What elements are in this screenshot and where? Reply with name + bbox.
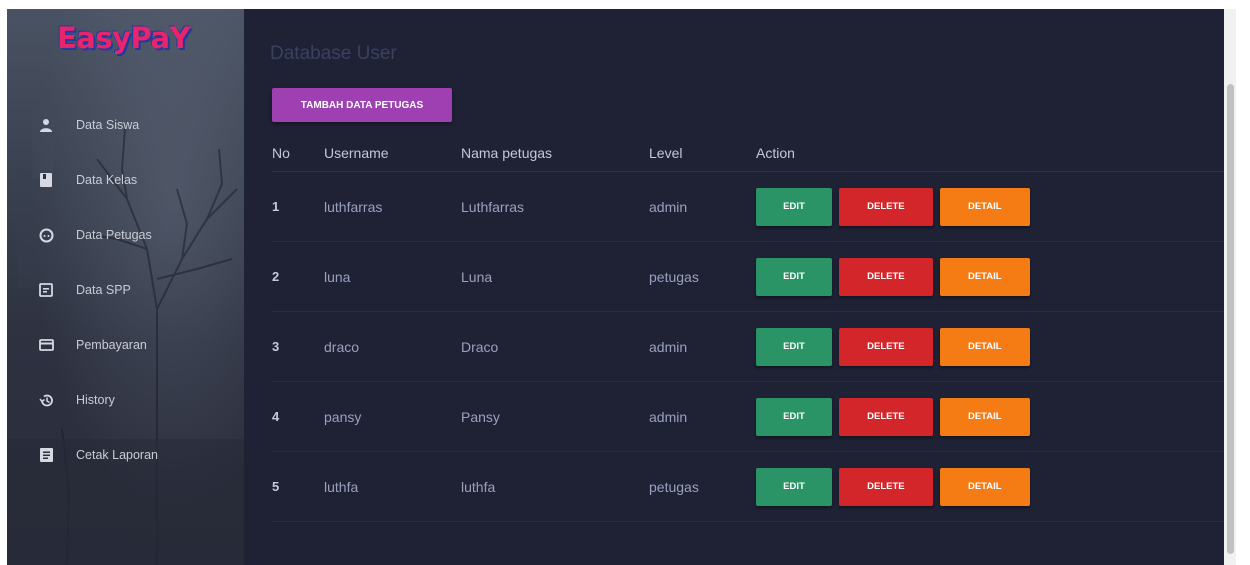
column-header-no: No xyxy=(272,135,324,172)
cell-nama: Luthfarras xyxy=(461,171,649,242)
sidebar-item-data-spp[interactable]: Data SPP xyxy=(7,272,244,308)
sidebar-item-label: Data Kelas xyxy=(76,173,138,187)
cell-level: petugas xyxy=(649,451,756,522)
report-icon xyxy=(37,446,55,464)
edit-button[interactable]: EDIT xyxy=(756,187,832,226)
delete-button[interactable]: DELETE xyxy=(838,467,933,506)
cell-level: admin xyxy=(649,171,756,242)
cell-no: 2 xyxy=(272,241,324,312)
receipt-icon xyxy=(37,281,55,299)
page-title: Database User xyxy=(270,43,397,64)
delete-button[interactable]: DELETE xyxy=(838,397,933,436)
edit-button[interactable]: EDIT xyxy=(756,257,832,296)
sidebar-item-data-siswa[interactable]: Data Siswa xyxy=(7,107,244,143)
app-logo[interactable]: EasyPaY xyxy=(57,21,191,55)
sidebar-item-label: Data Siswa xyxy=(76,118,140,132)
sidebar-item-data-kelas[interactable]: Data Kelas xyxy=(7,162,244,198)
table-row: 4 pansy Pansy admin EDIT DELETE DETAIL xyxy=(272,381,1227,452)
cell-actions: EDIT DELETE DETAIL xyxy=(756,311,1227,382)
users-table: No Username Nama petugas Level Action 1 … xyxy=(272,135,1227,522)
sidebar-item-label: Data SPP xyxy=(76,283,131,297)
delete-button[interactable]: DELETE xyxy=(838,327,933,366)
column-header-action: Action xyxy=(756,135,1227,172)
cell-username: luna xyxy=(324,241,461,312)
sidebar-item-cetak-laporan[interactable]: Cetak Laporan xyxy=(7,437,244,473)
cell-no: 4 xyxy=(272,381,324,452)
sidebar-item-data-petugas[interactable]: Data Petugas xyxy=(7,217,244,253)
column-header-username: Username xyxy=(324,135,461,172)
cell-username: draco xyxy=(324,311,461,382)
book-icon xyxy=(37,171,55,189)
cell-actions: EDIT DELETE DETAIL xyxy=(756,381,1227,452)
cell-level: admin xyxy=(649,311,756,382)
sidebar-item-label: Data Petugas xyxy=(76,228,152,242)
sidebar-item-label: Cetak Laporan xyxy=(76,448,159,462)
cell-username: pansy xyxy=(324,381,461,452)
delete-button[interactable]: DELETE xyxy=(838,257,933,296)
detail-button[interactable]: DETAIL xyxy=(939,187,1030,226)
cell-actions: EDIT DELETE DETAIL xyxy=(756,171,1227,242)
column-header-nama-petugas: Nama petugas xyxy=(461,135,649,172)
cell-level: petugas xyxy=(649,241,756,312)
credit-card-icon xyxy=(37,336,55,354)
cell-actions: EDIT DELETE DETAIL xyxy=(756,451,1227,522)
app-window: EasyPaY Data Siswa Data Kelas Data Petug… xyxy=(7,9,1236,565)
cell-no: 5 xyxy=(272,451,324,522)
cell-actions: EDIT DELETE DETAIL xyxy=(756,241,1227,312)
cell-nama: Luna xyxy=(461,241,649,312)
table-row: 3 draco Draco admin EDIT DELETE DETAIL xyxy=(272,311,1227,382)
cell-nama: Pansy xyxy=(461,381,649,452)
scrollbar-thumb[interactable] xyxy=(1227,84,1234,554)
vertical-scrollbar[interactable] xyxy=(1224,9,1236,565)
person-icon xyxy=(37,116,55,134)
edit-button[interactable]: EDIT xyxy=(756,467,832,506)
cell-username: luthfa xyxy=(324,451,461,522)
cell-no: 1 xyxy=(272,171,324,242)
cell-nama: luthfa xyxy=(461,451,649,522)
add-petugas-button[interactable]: TAMBAH DATA PETUGAS xyxy=(272,88,452,122)
table-header-row: No Username Nama petugas Level Action xyxy=(272,135,1227,172)
sidebar: EasyPaY Data Siswa Data Kelas Data Petug… xyxy=(7,9,244,565)
sidebar-item-label: History xyxy=(76,393,115,407)
delete-button[interactable]: DELETE xyxy=(838,187,933,226)
detail-button[interactable]: DETAIL xyxy=(939,327,1030,366)
cell-no: 3 xyxy=(272,311,324,382)
detail-button[interactable]: DETAIL xyxy=(939,257,1030,296)
cell-level: admin xyxy=(649,381,756,452)
table-row: 5 luthfa luthfa petugas EDIT DELETE DETA… xyxy=(272,451,1227,522)
table-row: 1 luthfarras Luthfarras admin EDIT DELET… xyxy=(272,171,1227,242)
edit-button[interactable]: EDIT xyxy=(756,397,832,436)
sidebar-item-label: Pembayaran xyxy=(76,338,147,352)
history-icon xyxy=(37,391,55,409)
cell-nama: Draco xyxy=(461,311,649,382)
sidebar-item-pembayaran[interactable]: Pembayaran xyxy=(7,327,244,363)
face-icon xyxy=(37,226,55,244)
main-content: Database User TAMBAH DATA PETUGAS No Use… xyxy=(244,9,1227,565)
detail-button[interactable]: DETAIL xyxy=(939,467,1030,506)
edit-button[interactable]: EDIT xyxy=(756,327,832,366)
sidebar-item-history[interactable]: History xyxy=(7,382,244,418)
cell-username: luthfarras xyxy=(324,171,461,242)
detail-button[interactable]: DETAIL xyxy=(939,397,1030,436)
column-header-level: Level xyxy=(649,135,756,172)
table-row: 2 luna Luna petugas EDIT DELETE DETAIL xyxy=(272,241,1227,312)
